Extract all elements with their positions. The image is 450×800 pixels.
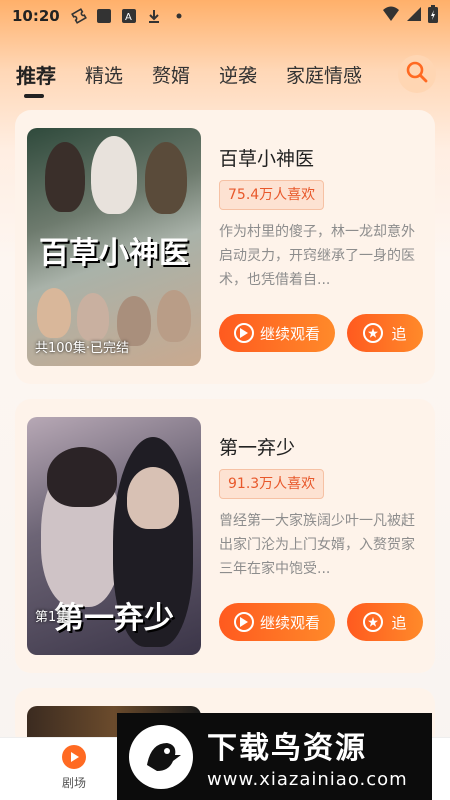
- status-time: 10:20: [12, 7, 60, 25]
- search-icon: [406, 61, 428, 87]
- watermark-title: 下载鸟资源: [207, 731, 367, 766]
- translate-icon: A: [120, 7, 138, 25]
- likes-badge: 75.4万人喜欢: [219, 180, 325, 210]
- ticket-icon: [70, 7, 88, 25]
- poster-figure: [45, 142, 85, 212]
- continue-watching-label: 继续观看: [259, 324, 320, 343]
- poster-figure: [77, 293, 109, 341]
- download-icon: [145, 7, 163, 25]
- category-tabs: 推荐 精选 赘婿 逆袭 家庭情感: [0, 55, 450, 98]
- drama-title[interactable]: 百草小神医: [219, 144, 314, 171]
- wifi-icon: [382, 6, 400, 26]
- follow-button[interactable]: 追: [347, 603, 423, 641]
- continue-watching-label: 继续观看: [259, 613, 320, 632]
- poster-figure: [157, 290, 191, 342]
- poster-figure: [47, 447, 117, 507]
- likes-badge: 91.3万人喜欢: [219, 469, 325, 499]
- poster-title: 百草小神医: [39, 236, 189, 271]
- nav-item-theater[interactable]: 剧场: [44, 744, 104, 791]
- drama-card[interactable]: 第一弃少 第1集 第一弃少 91.3万人喜欢 曾经第一大家族阔少叶一凡被赶出家门…: [15, 399, 435, 673]
- app-square-icon: [95, 7, 113, 25]
- dot-icon: [170, 7, 188, 25]
- tab-son-in-law[interactable]: 赘婿: [152, 60, 190, 92]
- follow-label: 追: [391, 613, 407, 632]
- status-bar: 10:20 A: [0, 0, 450, 32]
- drama-poster[interactable]: 百草小神医 共100集·已完结: [27, 128, 201, 366]
- episode-badge: 共100集·已完结: [35, 341, 129, 356]
- poster-figure: [37, 288, 71, 338]
- poster-figure: [127, 467, 179, 529]
- continue-watching-button[interactable]: 继续观看: [219, 603, 335, 641]
- battery-icon: [428, 5, 438, 27]
- watermark-url: www.xiazainiao.com: [207, 769, 408, 790]
- watermark-text: 下载鸟资源 www.xiazainiao.com: [207, 723, 408, 790]
- star-icon: [363, 612, 384, 632]
- follow-button[interactable]: 追: [347, 314, 423, 352]
- signal-icon: [406, 6, 422, 26]
- star-icon: [363, 323, 384, 343]
- tab-family-emotion[interactable]: 家庭情感: [286, 60, 362, 92]
- bird-logo-icon: [129, 724, 193, 789]
- poster-figure: [91, 136, 137, 214]
- play-icon: [233, 612, 254, 632]
- drama-card[interactable]: 百草小神医 共100集·已完结 百草小神医 75.4万人喜欢 作为村里的傻子，林…: [15, 110, 435, 384]
- nav-label-theater: 剧场: [61, 776, 86, 790]
- drama-poster[interactable]: 第一弃少 第1集: [27, 417, 201, 655]
- tab-counterattack[interactable]: 逆袭: [219, 60, 257, 92]
- tab-featured[interactable]: 精选: [85, 60, 123, 92]
- svg-text:A: A: [125, 12, 132, 23]
- watermark-banner: 下载鸟资源 www.xiazainiao.com: [117, 713, 432, 800]
- drama-title[interactable]: 第一弃少: [219, 433, 295, 460]
- drama-description: 曾经第一大家族阔少叶一凡被赶出家门沦为上门女婿，入赘贺家三年在家中饱受...: [219, 513, 415, 577]
- follow-label: 追: [391, 324, 407, 343]
- search-button[interactable]: [398, 55, 436, 93]
- tab-recommended[interactable]: 推荐: [16, 60, 56, 98]
- poster-figure: [145, 142, 187, 214]
- theater-icon: [61, 744, 87, 770]
- play-icon: [233, 323, 254, 343]
- episode-badge: 第1集: [35, 610, 70, 625]
- drama-description: 作为村里的傻子，林一龙却意外启动灵力，开窍继承了一身的医术，也凭借着自...: [219, 224, 415, 288]
- continue-watching-button[interactable]: 继续观看: [219, 314, 335, 352]
